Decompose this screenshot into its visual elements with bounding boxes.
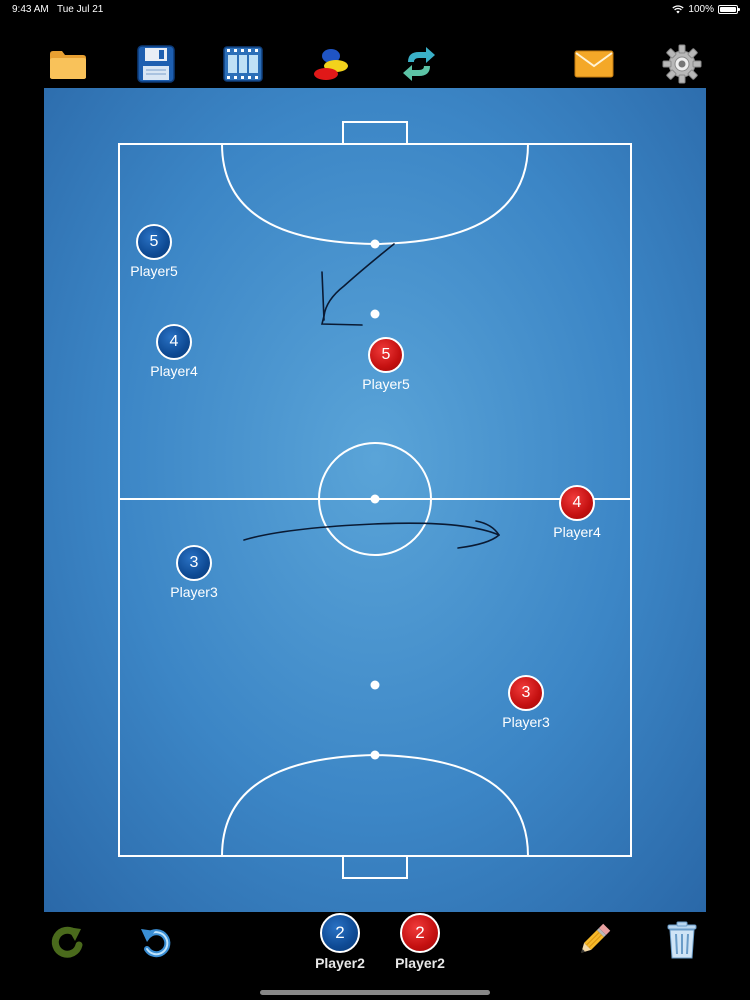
player-token-red-5[interactable]: 5 Player5 (346, 337, 426, 392)
save-icon (137, 45, 175, 83)
player-label: Player2 (315, 955, 365, 971)
status-bar: 9:43 AM Tue Jul 21 100% (0, 0, 750, 18)
player-label: Player5 (362, 376, 410, 392)
battery-percent: 100% (688, 4, 714, 15)
player-disc: 4 (559, 485, 595, 521)
player-label: Player4 (553, 524, 601, 540)
film-button[interactable] (221, 42, 265, 86)
status-right: 100% (672, 4, 740, 15)
home-indicator (260, 990, 490, 995)
redo-icon (51, 926, 83, 958)
player-token-blue-5[interactable]: 5 Player5 (114, 224, 194, 279)
player-disc: 3 (176, 545, 212, 581)
player-label: Player2 (395, 955, 445, 971)
player-disc: 3 (508, 675, 544, 711)
trash-button[interactable] (660, 918, 704, 962)
player-disc: 2 (400, 913, 440, 953)
player-label: Player3 (502, 714, 550, 730)
add-blue-player-button[interactable]: 2 Player2 (300, 913, 380, 971)
undo-button[interactable] (134, 920, 178, 964)
player-token-red-4[interactable]: 4 Player4 (537, 485, 617, 540)
gear-icon (662, 44, 702, 84)
futsal-court[interactable]: 5 Player5 4 Player4 3 Player3 5 Player5 … (44, 88, 706, 912)
player-label: Player3 (170, 584, 218, 600)
drawn-arrow-2-head (457, 520, 501, 549)
player-disc: 2 (320, 913, 360, 953)
player-label: Player4 (150, 363, 198, 379)
swap-button[interactable] (397, 42, 441, 86)
status-time: 9:43 AM (12, 4, 49, 15)
wifi-icon (672, 5, 685, 14)
mail-button[interactable] (572, 42, 616, 86)
player-disc: 5 (136, 224, 172, 260)
pencil-icon (581, 923, 611, 953)
swap-icon (403, 47, 435, 81)
drawn-arrow-1 (320, 243, 395, 326)
mail-icon (574, 50, 614, 78)
film-icon (223, 46, 263, 82)
player-token-red-3[interactable]: 3 Player3 (486, 675, 566, 730)
redo-button[interactable] (46, 920, 90, 964)
player-label: Player5 (130, 263, 178, 279)
battery-icon (718, 5, 740, 14)
save-button[interactable] (134, 42, 178, 86)
folder-button[interactable] (46, 42, 90, 86)
undo-icon (141, 929, 171, 958)
player-token-blue-4[interactable]: 4 Player4 (134, 324, 214, 379)
add-red-player-button[interactable]: 2 Player2 (380, 913, 460, 971)
drawn-arrows (243, 243, 501, 549)
markers-button[interactable] (309, 42, 353, 86)
drawn-arrow-2 (243, 522, 500, 541)
settings-button[interactable] (660, 42, 704, 86)
folder-icon (50, 51, 86, 79)
pencil-button[interactable] (572, 918, 616, 962)
trash-icon (667, 921, 697, 959)
player-token-blue-3[interactable]: 3 Player3 (154, 545, 234, 600)
player-disc: 4 (156, 324, 192, 360)
status-date: Tue Jul 21 (57, 4, 104, 15)
drawn-arrow-1-head (321, 271, 325, 321)
markers-icon (314, 49, 348, 80)
player-disc: 5 (368, 337, 404, 373)
